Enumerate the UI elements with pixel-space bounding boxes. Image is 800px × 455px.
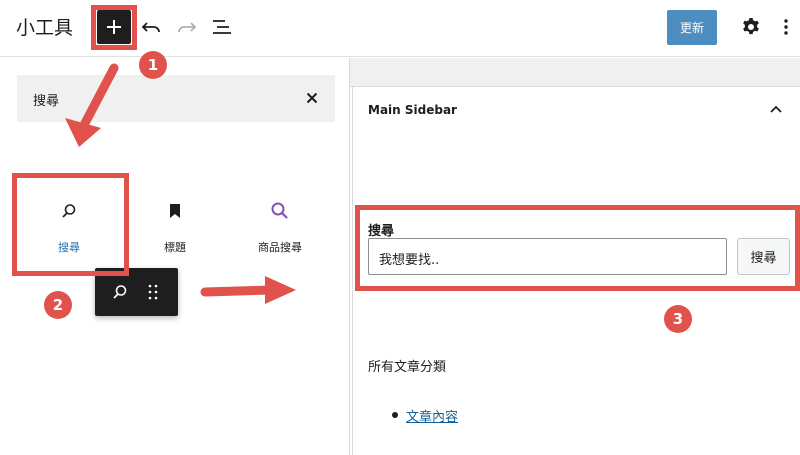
category-link[interactable]: 文章內容 xyxy=(406,406,458,425)
block-item-label: 標題 xyxy=(164,241,186,254)
highlight-box-inserter xyxy=(91,5,137,50)
more-options-icon[interactable] xyxy=(776,15,796,39)
page-title: 小工具 xyxy=(16,17,74,39)
highlight-box-search-block xyxy=(12,173,129,276)
highlight-box-search-widget xyxy=(355,205,800,291)
undo-icon[interactable] xyxy=(139,15,163,39)
bookmark-icon xyxy=(170,204,180,218)
categories-heading: 所有文章分類 xyxy=(368,360,447,375)
list-view-icon[interactable] xyxy=(210,15,234,39)
block-item-heading[interactable]: 標題 xyxy=(130,180,220,270)
chevron-up-icon[interactable] xyxy=(768,102,784,118)
redo-icon[interactable] xyxy=(175,15,199,39)
product-search-icon xyxy=(271,202,288,219)
close-icon[interactable] xyxy=(304,90,320,106)
block-search-input[interactable]: 搜尋 xyxy=(17,75,335,122)
block-item-product-search[interactable]: 商品搜尋 xyxy=(235,180,325,270)
step-badge-1: 1 xyxy=(139,51,167,79)
search-icon xyxy=(113,285,127,299)
block-search-value: 搜尋 xyxy=(33,94,60,109)
drag-handle-icon[interactable] xyxy=(141,280,165,304)
step-badge-3: 3 xyxy=(664,305,692,333)
list-bullet xyxy=(392,412,398,418)
widget-area-title[interactable]: Main Sidebar xyxy=(368,103,457,117)
gear-icon[interactable] xyxy=(739,15,763,39)
step-badge-2: 2 xyxy=(44,291,72,319)
block-item-label: 商品搜尋 xyxy=(258,241,302,254)
update-button[interactable]: 更新 xyxy=(667,10,717,45)
widget-area-header-band xyxy=(350,58,800,87)
